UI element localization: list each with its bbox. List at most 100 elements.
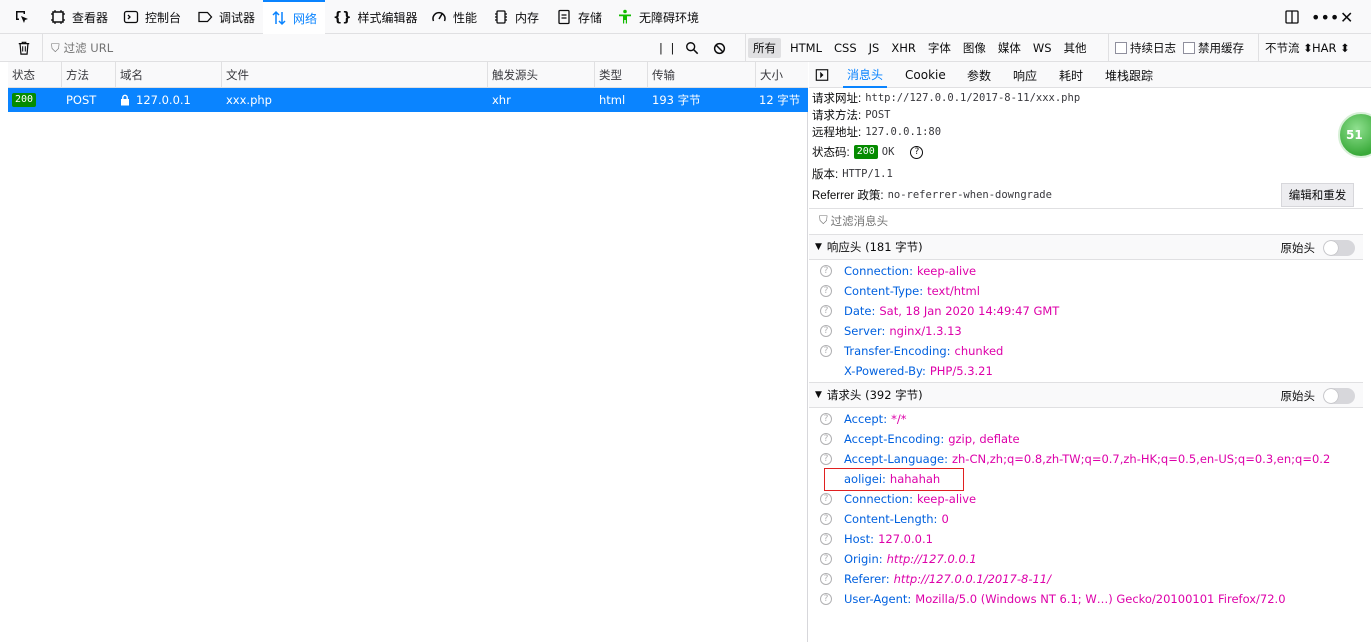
tab-inspector[interactable]: 查看器 xyxy=(50,0,108,34)
tab-cookies[interactable]: Cookie xyxy=(905,62,946,88)
more-options-button[interactable]: ••• xyxy=(1311,0,1339,34)
type-filter-js[interactable]: JS xyxy=(864,38,885,58)
raw-headers-toggle[interactable] xyxy=(1323,240,1355,256)
request-headers-section-header[interactable]: ▼ 请求头 (392 字节) 原始头 xyxy=(809,382,1363,408)
header-row[interactable]: ? User-Agent: Mozilla/5.0 (Windows NT 6.1;… xyxy=(809,589,1363,609)
request-url-label: 请求网址: xyxy=(812,93,862,105)
header-value: */* xyxy=(891,412,907,426)
header-row[interactable]: ? Content-Type: text/html xyxy=(809,281,1363,301)
tab-console[interactable]: 控制台 xyxy=(123,0,181,34)
column-header-method[interactable]: 方法 xyxy=(62,62,116,88)
header-row[interactable]: ? Origin: http://127.0.0.1 xyxy=(809,549,1363,569)
type-filter-fonts[interactable]: 字体 xyxy=(923,38,956,58)
column-header-domain[interactable]: 域名 xyxy=(116,62,222,88)
column-header-type[interactable]: 类型 xyxy=(595,62,648,88)
header-row[interactable]: ? Content-Length: 0 xyxy=(809,509,1363,529)
help-question-icon[interactable]: ? xyxy=(820,305,832,317)
tab-debugger[interactable]: 调试器 xyxy=(197,0,255,34)
help-question-icon[interactable]: ? xyxy=(820,325,832,337)
help-question-icon[interactable]: ? xyxy=(820,265,832,277)
type-filter-all[interactable]: 所有 xyxy=(748,38,781,58)
table-row[interactable]: 200 POST 127.0.0.1 xxx.php xhr html 193 … xyxy=(8,88,808,112)
tab-network[interactable]: 网络 xyxy=(263,0,326,34)
help-question-icon[interactable]: ? xyxy=(820,285,832,297)
type-filter-html[interactable]: HTML xyxy=(785,38,827,58)
help-question-icon[interactable]: ? xyxy=(820,433,832,445)
tab-headers[interactable]: 消息头 xyxy=(843,62,888,88)
column-header-transferred[interactable]: 传输 xyxy=(648,62,756,88)
edit-and-resend-button[interactable]: 编辑和重发 xyxy=(1281,183,1354,207)
search-button[interactable] xyxy=(685,34,699,62)
block-requests-button[interactable] xyxy=(713,34,726,62)
request-url-line: 请求网址: http://127.0.0.1/2017-8-11/xxx.php xyxy=(812,90,1080,106)
header-row[interactable]: ? Accept-Language: zh-CN,zh;q=0.8,zh-TW;q=… xyxy=(809,449,1363,469)
type-filter-media[interactable]: 媒体 xyxy=(993,38,1026,58)
type-filter-images[interactable]: 图像 xyxy=(958,38,991,58)
type-filter-other[interactable]: 其他 xyxy=(1059,38,1092,58)
type-filter-ws[interactable]: WS xyxy=(1028,38,1057,58)
header-row[interactable]: ? Accept: */* xyxy=(809,409,1363,429)
tab-style-editor[interactable]: {} 样式编辑器 xyxy=(333,0,418,34)
help-question-icon[interactable]: ? xyxy=(820,513,832,525)
type-filter-css[interactable]: CSS xyxy=(829,38,862,58)
help-question-icon[interactable]: ? xyxy=(820,533,832,545)
block-icon xyxy=(713,42,726,54)
header-value: 127.0.0.1 xyxy=(878,532,933,546)
tab-storage[interactable]: 存储 xyxy=(556,0,602,34)
type-cell: html xyxy=(599,93,626,107)
column-header-size[interactable]: 大小 xyxy=(756,62,808,88)
help-question-icon[interactable]: ? xyxy=(820,493,832,505)
help-question-icon[interactable]: ? xyxy=(820,553,832,565)
column-header-cause[interactable]: 触发源头 xyxy=(488,62,595,88)
close-devtools-button[interactable]: ✕ xyxy=(1340,0,1353,34)
header-row[interactable]: ? Accept-Encoding: gzip, deflate xyxy=(809,429,1363,449)
disable-cache-checkbox[interactable]: 禁用缓存 xyxy=(1183,34,1244,62)
response-headers-section-header[interactable]: ▼ 响应头 (181 字节) 原始头 xyxy=(809,234,1363,260)
tab-performance[interactable]: 性能 xyxy=(431,0,477,34)
header-value: 0 xyxy=(941,512,949,526)
column-header-file[interactable]: 文件 xyxy=(222,62,488,88)
status-code-line: 状态码: 200 OK ? xyxy=(812,144,924,160)
request-method-label: 请求方法: xyxy=(812,110,862,122)
help-question-icon[interactable]: ? xyxy=(820,345,832,357)
header-row[interactable]: ? Referer: http://127.0.0.1/2017-8-11/ xyxy=(809,569,1363,589)
url-filter-input[interactable]: ⛉ 过滤 URL xyxy=(42,34,652,62)
header-row[interactable]: ? Host: 127.0.0.1 xyxy=(809,529,1363,549)
element-picker-button[interactable] xyxy=(14,0,30,34)
clear-requests-button[interactable] xyxy=(17,34,31,62)
request-headers-title: 请求头 (392 字节) xyxy=(826,388,923,402)
persist-logs-checkbox[interactable]: 持续日志 xyxy=(1108,34,1176,62)
header-row[interactable]: ? Server: nginx/1.3.13 xyxy=(809,321,1363,341)
help-question-icon[interactable]: ? xyxy=(820,413,832,425)
tab-response[interactable]: 响应 xyxy=(1013,62,1037,88)
header-value: Sat, 18 Jan 2020 14:49:47 GMT xyxy=(879,304,1060,318)
help-question-icon[interactable]: ? xyxy=(820,573,832,585)
header-row[interactable]: ? Connection: keep-alive xyxy=(809,489,1363,509)
checkbox-box xyxy=(1115,42,1127,54)
ellipsis-icon: ••• xyxy=(1311,7,1340,27)
har-menu-button[interactable]: HAR ⬍ xyxy=(1312,34,1350,62)
toggle-sidebar-button[interactable] xyxy=(815,62,829,88)
tab-params[interactable]: 参数 xyxy=(967,62,991,88)
pause-recording-button[interactable]: | | xyxy=(659,34,676,62)
raw-headers-toggle[interactable] xyxy=(1323,388,1355,404)
header-row[interactable]: ? Connection: keep-alive xyxy=(809,261,1363,281)
throttling-select[interactable]: 不节流 ⬍ xyxy=(1258,34,1313,62)
help-question-icon[interactable]: ? xyxy=(820,453,832,465)
help-question-icon[interactable]: ? xyxy=(820,593,832,605)
domain-cell: 127.0.0.1 xyxy=(120,88,191,112)
remote-address-label: 远程地址: xyxy=(812,127,862,139)
header-filter-input[interactable]: ⛉ 过滤消息头 xyxy=(809,208,1363,232)
tab-stack-trace[interactable]: 堆栈跟踪 xyxy=(1105,62,1153,88)
header-row[interactable]: ? Date: Sat, 18 Jan 2020 14:49:47 GMT xyxy=(809,301,1363,321)
tab-timings[interactable]: 耗时 xyxy=(1059,62,1083,88)
help-question-icon[interactable]: ? xyxy=(910,145,924,159)
column-header-status[interactable]: 状态 xyxy=(8,62,62,88)
request-url-value[interactable]: http://127.0.0.1/2017-8-11/xxx.php xyxy=(865,92,1080,104)
header-row[interactable]: X-Powered-By: PHP/5.3.21 xyxy=(809,361,1363,381)
tab-accessibility[interactable]: 无障碍环境 xyxy=(617,0,699,34)
header-row[interactable]: ? Transfer-Encoding: chunked xyxy=(809,341,1363,361)
tab-memory[interactable]: 内存 xyxy=(493,0,539,34)
type-filter-xhr[interactable]: XHR xyxy=(886,38,921,58)
dock-side-button[interactable] xyxy=(1284,0,1300,34)
